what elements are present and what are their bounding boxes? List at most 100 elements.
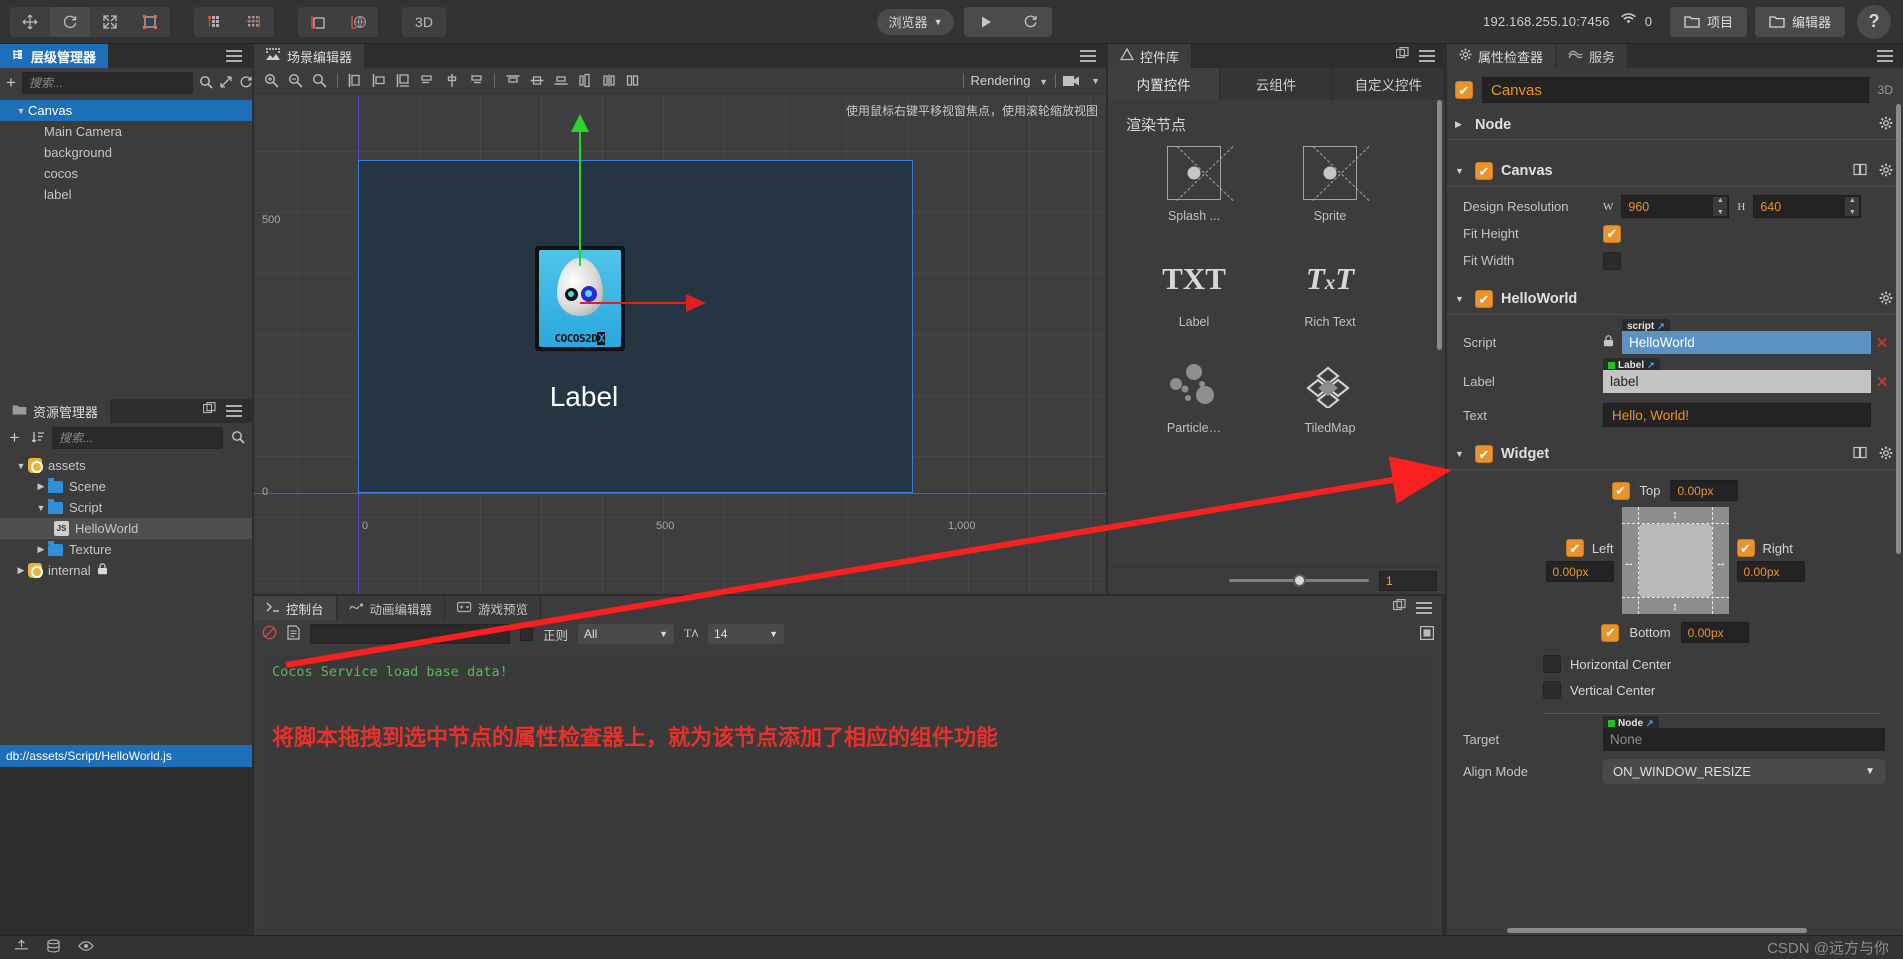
console-search-input[interactable] (310, 624, 510, 644)
tree-node-label[interactable]: label (0, 184, 252, 205)
chevron-down-icon[interactable]: ▼ (34, 503, 48, 513)
top-value-input[interactable]: 0.00px (1670, 480, 1739, 501)
chevron-right-icon[interactable]: ▶ (34, 481, 48, 492)
gizmo-y-arrow[interactable] (571, 114, 589, 132)
tab-custom-widgets[interactable]: 自定义控件 (1332, 68, 1445, 100)
left-value-input[interactable]: 0.00px (1545, 561, 1614, 582)
clear-label-button[interactable]: ✕ (1871, 370, 1893, 393)
distribute-icon-2[interactable] (598, 70, 620, 92)
sync-icon[interactable] (14, 939, 29, 956)
tab-assets[interactable]: 资源管理器 (0, 399, 112, 423)
gear-icon[interactable] (1879, 116, 1893, 133)
font-size-select[interactable]: 14 ▼ (708, 624, 785, 644)
asset-node-helloworld[interactable]: JS HelloWorld (0, 518, 252, 539)
align-v-center-icon[interactable] (526, 70, 548, 92)
popout-icon[interactable] (1392, 599, 1406, 617)
distribute-icon-1[interactable] (574, 70, 596, 92)
widget-library-scrollbar[interactable] (1437, 100, 1442, 350)
design-height-input[interactable]: 640 ▲ ▼ (1753, 195, 1862, 218)
collapse-all-icon[interactable] (219, 75, 233, 92)
sort-icon[interactable] (29, 430, 46, 447)
inspector-hscrollbar[interactable] (1507, 928, 1807, 933)
coordinate-tool-button[interactable] (234, 7, 274, 37)
widget-item-rich-text[interactable]: TxT Rich Text (1280, 251, 1380, 329)
align-mode-select[interactable]: ON_WINDOW_RESIZE ▼ (1603, 759, 1885, 784)
regex-checkbox[interactable] (520, 627, 533, 641)
editor-button[interactable]: 编辑器 (1754, 6, 1845, 37)
fit-height-checkbox[interactable] (1603, 224, 1621, 243)
tab-widget-library[interactable]: 控件库 (1108, 44, 1193, 68)
refresh-hierarchy-icon[interactable] (239, 75, 253, 92)
width-spinner[interactable]: ▲ ▼ (1713, 197, 1728, 216)
tab-animation-editor[interactable]: 动画编辑器 (336, 596, 446, 620)
add-asset-button[interactable]: + (6, 428, 23, 448)
tab-scene-editor[interactable]: 场景编辑器 (254, 44, 366, 68)
global-tool-button[interactable] (338, 7, 378, 37)
console-output[interactable]: Cocos Service load base data! 将脚本拖拽到选中节点… (262, 656, 1432, 927)
anchor-tool-button[interactable] (298, 7, 338, 37)
align-h-icon-3[interactable] (393, 70, 415, 92)
zoom-reset-icon[interactable] (308, 70, 330, 92)
scale-tool-button[interactable] (90, 7, 130, 37)
gear-icon[interactable] (1879, 446, 1893, 463)
external-link-icon[interactable]: ↗ (1646, 718, 1654, 729)
database-icon[interactable] (47, 939, 60, 956)
chevron-down-icon[interactable]: ▼ (1455, 449, 1467, 459)
left-checkbox[interactable] (1565, 539, 1584, 557)
export-log-icon[interactable] (287, 625, 300, 643)
canvas-enabled-checkbox[interactable] (1475, 162, 1493, 180)
section-node[interactable]: ▶ Node (1447, 110, 1903, 140)
slider-knob[interactable] (1293, 574, 1307, 587)
popout-icon[interactable] (202, 402, 216, 420)
gear-icon[interactable] (1879, 291, 1893, 308)
popout-icon[interactable] (1395, 47, 1409, 65)
section-widget[interactable]: ▼ Widget (1447, 439, 1903, 470)
distribute-icon-3[interactable] (622, 70, 644, 92)
eye-icon[interactable] (78, 940, 94, 955)
gizmo-x-arrow[interactable] (686, 294, 706, 312)
align-h-icon-2[interactable] (369, 70, 391, 92)
fit-width-checkbox[interactable] (1603, 251, 1621, 270)
search-icon[interactable] (229, 430, 246, 447)
widget-item-splash[interactable]: Splash ... (1144, 145, 1244, 223)
horizontal-center-checkbox[interactable] (1543, 655, 1561, 673)
section-canvas[interactable]: ▼ Canvas (1447, 156, 1903, 187)
help-doc-icon[interactable] (1853, 163, 1867, 180)
log-filter-select[interactable]: All ▼ (578, 624, 675, 644)
tree-node-canvas[interactable]: ▼ Canvas (0, 100, 252, 121)
height-spinner[interactable]: ▲ ▼ (1845, 197, 1860, 216)
bottom-checkbox[interactable] (1601, 623, 1620, 642)
tree-node-cocos[interactable]: cocos (0, 163, 252, 184)
chevron-right-icon[interactable]: ▶ (14, 565, 28, 576)
widgetlib-menu-icon[interactable] (1419, 50, 1435, 62)
design-width-input[interactable]: 960 ▲ ▼ (1621, 195, 1730, 218)
help-button[interactable]: ? (1857, 4, 1891, 39)
clear-script-button[interactable]: ✕ (1871, 331, 1893, 354)
chevron-down-icon[interactable]: ▼ (14, 106, 28, 116)
zoom-out-icon[interactable] (284, 70, 306, 92)
preview-target-select[interactable]: 浏览器 ▼ (876, 8, 955, 35)
asset-node-script[interactable]: ▼ Script (0, 497, 252, 518)
helloworld-enabled-checkbox[interactable] (1475, 290, 1493, 308)
rect-transform-tool-button[interactable] (130, 7, 170, 37)
label-value-field[interactable]: label (1603, 370, 1871, 393)
asset-node-scene[interactable]: ▶ Scene (0, 476, 252, 497)
widget-enabled-checkbox[interactable] (1475, 445, 1493, 463)
tab-hierarchy[interactable]: 层级管理器 (0, 44, 110, 68)
tab-cloud-components[interactable]: 云组件 (1220, 68, 1333, 100)
camera-dropdown[interactable]: ▼ (1063, 70, 1100, 92)
scene-label-node[interactable]: Label (254, 381, 914, 413)
help-doc-icon[interactable] (1853, 446, 1867, 463)
scene-viewport[interactable]: 使用鼠标右键平移视窗焦点，使用滚轮缩放视图 500 0 0 500 1,000 … (254, 96, 1106, 594)
tab-builtin-widgets[interactable]: 内置控件 (1108, 68, 1221, 100)
asset-node-internal[interactable]: ▶ internal (0, 560, 252, 581)
play-button[interactable] (964, 7, 1008, 37)
hierarchy-menu-icon[interactable] (226, 50, 242, 62)
inspector-scrollbar[interactable] (1896, 104, 1901, 554)
chevron-down-icon[interactable]: ▼ (1455, 166, 1467, 176)
node-3d-label[interactable]: 3D (1878, 83, 1893, 97)
text-value-field[interactable]: Hello, World! (1603, 403, 1871, 427)
align-bottom-icon[interactable] (550, 70, 572, 92)
tab-game-preview[interactable]: 游戏预览 (445, 596, 542, 620)
widget-zoom-value[interactable]: 1 (1379, 570, 1437, 591)
